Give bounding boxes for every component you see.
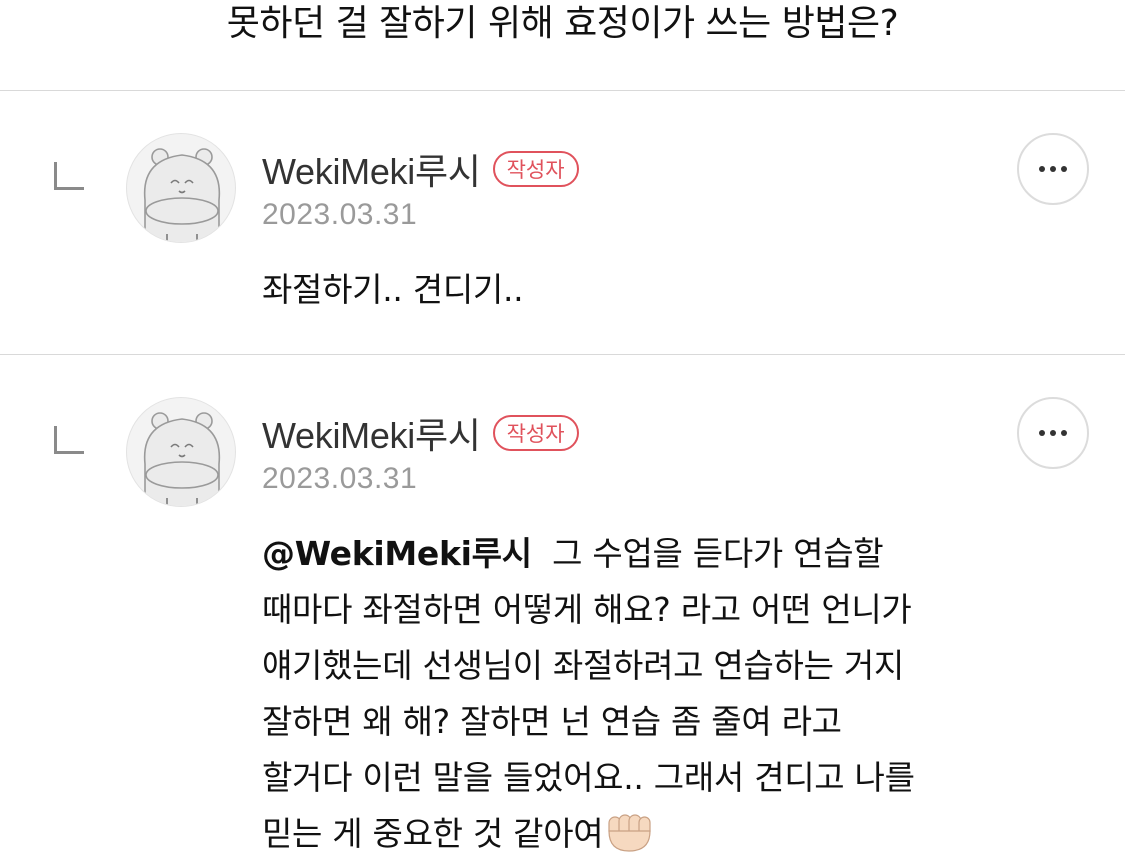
avatar[interactable]	[126, 397, 236, 507]
post-header: 못하던 걸 잘하기 위해 효정이가 쓰는 방법은?	[0, 0, 1125, 90]
hamster-avatar-icon	[143, 148, 221, 242]
comment-date: 2023.03.31	[262, 198, 418, 231]
author-badge: 작성자	[492, 151, 579, 187]
hamster-avatar-icon	[143, 412, 221, 506]
comment: WekiMeki루시 작성자 2023.03.31 @WekiMeki루시 그 …	[0, 354, 1125, 863]
mention-link[interactable]: @WekiMeki루시	[262, 534, 532, 573]
more-options-button[interactable]	[1017, 397, 1089, 469]
author-badge: 작성자	[492, 415, 579, 451]
comment-line: 좌절하기.. 견디기..	[262, 270, 524, 309]
comment-line: 때마다 좌절하면 어떻게 해요? 라고 어떤 언니가	[262, 590, 912, 629]
author-row: WekiMeki루시 작성자	[262, 146, 579, 192]
author-row: WekiMeki루시 작성자	[262, 410, 579, 456]
reply-arrow-icon	[54, 162, 84, 190]
post-title: 못하던 걸 잘하기 위해 효정이가 쓰는 방법은?	[226, 3, 899, 44]
comment-line: 할거다 이런 말을 들었어요.. 그래서 견디고 나를	[262, 758, 915, 797]
comment-line: 얘기했는데 선생님이 좌절하려고 연습하는 거지	[262, 646, 904, 685]
comment: WekiMeki루시 작성자 2023.03.31 좌절하기.. 견디기..	[0, 90, 1125, 354]
comment-line: @WekiMeki루시 그 수업을 듣다가 연습할	[262, 526, 1062, 582]
comment-line: 잘하면 왜 해? 잘하면 넌 연습 좀 줄여 라고	[262, 702, 842, 741]
comment-text: 그 수업을 듣다가 연습할	[531, 534, 884, 573]
more-options-button[interactable]	[1017, 133, 1089, 205]
comment-text: 믿는 게 중요한 것 같아여	[262, 814, 604, 853]
fist-emoji-icon	[608, 814, 651, 852]
comment-body: 좌절하기.. 견디기..	[262, 262, 1062, 318]
comment-line: 믿는 게 중요한 것 같아여	[262, 806, 1062, 862]
author-name[interactable]: WekiMeki루시	[262, 407, 481, 459]
comment-date: 2023.03.31	[262, 462, 418, 495]
avatar[interactable]	[126, 133, 236, 243]
comment-body: @WekiMeki루시 그 수업을 듣다가 연습할 때마다 좌절하면 어떻게 해…	[262, 526, 1062, 862]
reply-arrow-icon	[54, 426, 84, 454]
author-name[interactable]: WekiMeki루시	[262, 143, 481, 195]
